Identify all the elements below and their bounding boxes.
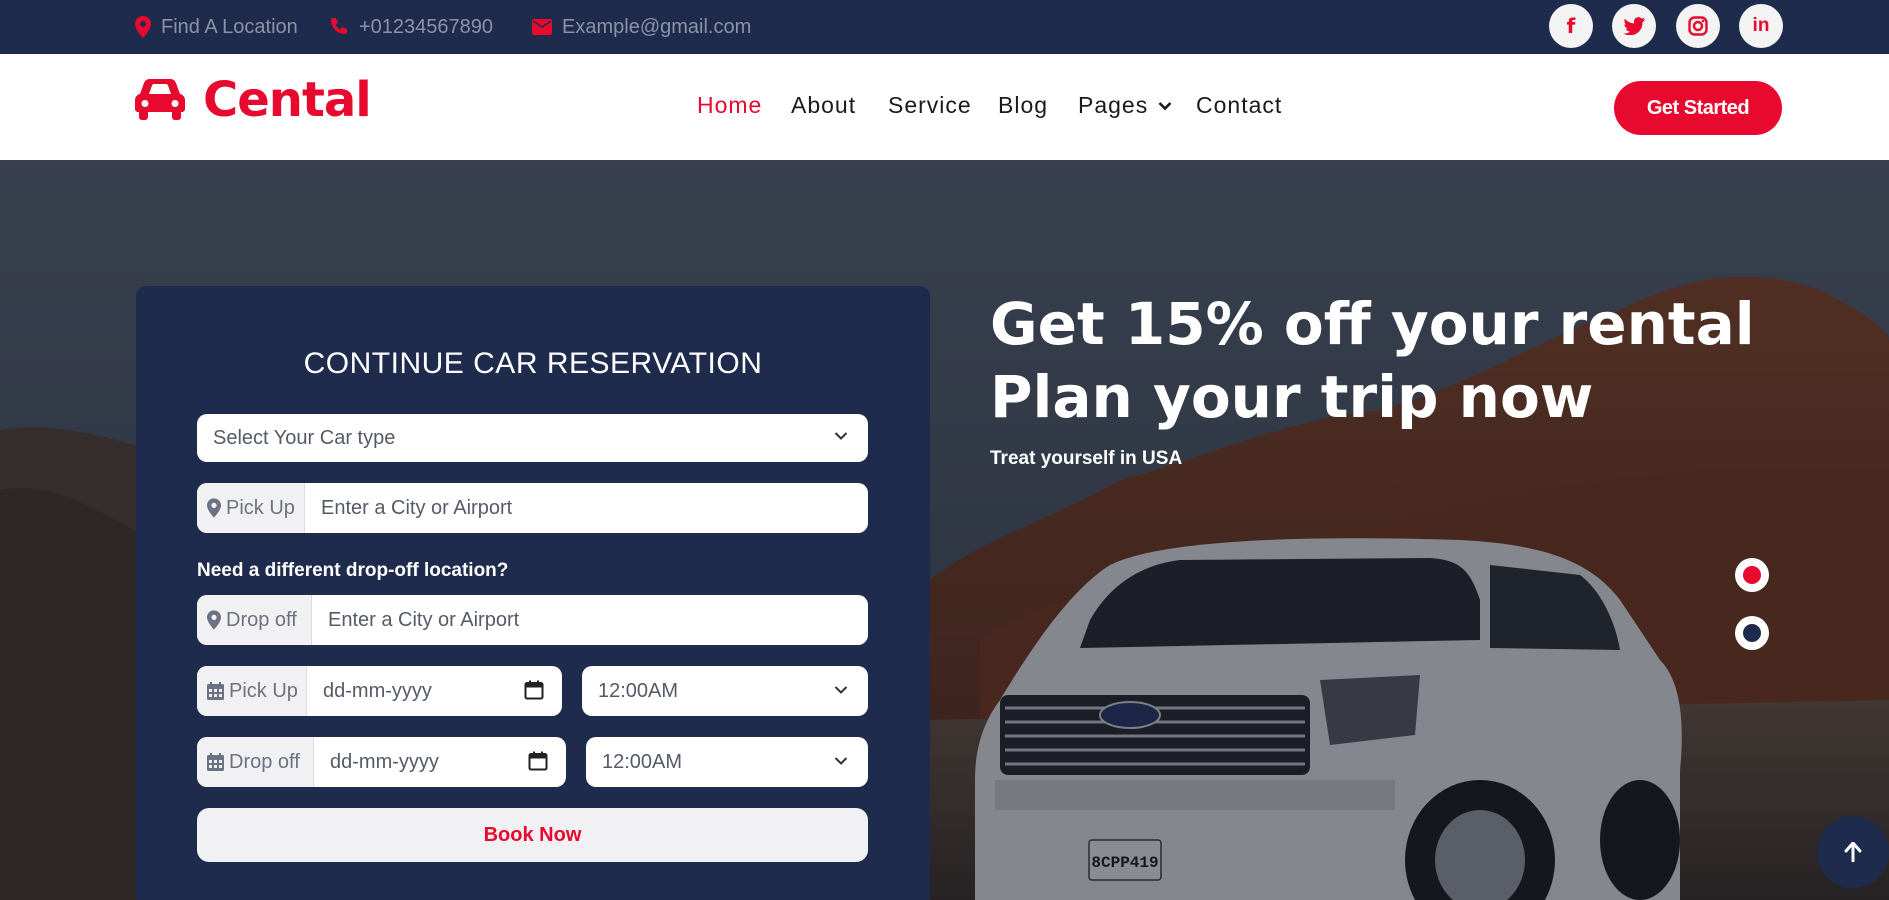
- nav-blog[interactable]: Blog: [998, 92, 1048, 119]
- hero-headline: Get 15% off your rental Plan your trip n…: [990, 288, 1755, 434]
- pickup-time-select[interactable]: 12:00AM: [582, 666, 868, 716]
- email-info[interactable]: Example@gmail.com: [532, 0, 751, 54]
- pickup-location-input[interactable]: Enter a City or Airport: [321, 483, 858, 533]
- hero-subline: Treat yourself in USA: [990, 448, 1183, 469]
- dropoff-date-input[interactable]: dd-mm-yyyy: [330, 737, 439, 787]
- pickup-date-addon-label: Pick Up: [229, 679, 298, 702]
- map-marker-icon: [207, 498, 221, 518]
- calendar-icon: [207, 682, 224, 700]
- carousel-dot-2[interactable]: [1735, 616, 1769, 650]
- chevron-down-icon: [834, 757, 848, 765]
- dropoff-date-addon-label: Drop off: [229, 750, 300, 773]
- pickup-date-addon: Pick Up: [197, 666, 307, 716]
- location-text: Find A Location: [161, 15, 298, 38]
- car-type-selected: Select Your Car type: [213, 426, 396, 449]
- book-now-button[interactable]: Book Now: [197, 808, 868, 862]
- twitter-icon: [1623, 17, 1645, 35]
- location-info[interactable]: Find A Location: [135, 0, 298, 54]
- facebook-icon: f: [1566, 14, 1576, 38]
- pickup-date-field: Pick Up dd-mm-yyyy: [197, 666, 562, 716]
- dropoff-date-addon: Drop off: [197, 737, 314, 787]
- car-icon: [135, 79, 185, 120]
- nav-about[interactable]: About: [791, 92, 856, 119]
- reservation-form: CONTINUE CAR RESERVATION Select Your Car…: [136, 286, 930, 900]
- facebook-link[interactable]: f: [1549, 4, 1593, 48]
- dropoff-date-field: Drop off dd-mm-yyyy: [197, 737, 566, 787]
- dropoff-addon-label: Drop off: [226, 608, 297, 631]
- main-navbar: Cental Home About Service Blog Pages Con…: [0, 54, 1889, 160]
- arrow-up-icon: [1844, 842, 1862, 862]
- brand-name: Cental: [203, 72, 372, 128]
- linkedin-link[interactable]: in: [1739, 4, 1783, 48]
- map-pin-icon: [135, 16, 151, 38]
- email-text: Example@gmail.com: [562, 15, 752, 38]
- hero-headline-line1: Get 15% off your rental: [990, 290, 1755, 358]
- back-to-top-button[interactable]: [1817, 816, 1889, 888]
- chevron-down-icon: [834, 686, 848, 694]
- linkedin-icon: in: [1752, 15, 1770, 36]
- twitter-link[interactable]: [1612, 4, 1656, 48]
- dropoff-location-field: Drop off Enter a City or Airport: [197, 595, 868, 645]
- nav-pages-dropdown[interactable]: Pages: [1078, 92, 1172, 119]
- chevron-down-icon: [1158, 101, 1172, 110]
- map-marker-icon: [207, 610, 221, 630]
- dropoff-question: Need a different drop-off location?: [197, 560, 509, 581]
- pickup-addon: Pick Up: [197, 483, 305, 533]
- dropoff-addon: Drop off: [197, 595, 312, 645]
- dropoff-time-select[interactable]: 12:00AM: [586, 737, 868, 787]
- phone-text: +01234567890: [359, 15, 494, 38]
- car-type-select[interactable]: Select Your Car type: [197, 414, 868, 462]
- brand-logo[interactable]: Cental: [135, 72, 372, 128]
- chevron-down-icon: [834, 432, 848, 440]
- calendar-icon: [207, 753, 224, 771]
- phone-icon: [331, 18, 347, 34]
- instagram-link[interactable]: [1676, 4, 1720, 48]
- calendar-picker-icon[interactable]: [524, 680, 544, 700]
- carousel-dot-1[interactable]: [1735, 558, 1769, 592]
- nav-service[interactable]: Service: [888, 92, 972, 119]
- nav-pages-label: Pages: [1078, 92, 1149, 118]
- calendar-picker-icon[interactable]: [528, 751, 548, 771]
- pickup-time-value: 12:00AM: [598, 679, 679, 702]
- dropoff-time-value: 12:00AM: [602, 750, 683, 773]
- get-started-button[interactable]: Get Started: [1614, 81, 1782, 135]
- nav-contact[interactable]: Contact: [1196, 92, 1282, 119]
- instagram-icon: [1688, 16, 1708, 36]
- form-title: CONTINUE CAR RESERVATION: [303, 347, 763, 380]
- top-info-bar: Find A Location +01234567890 Example@gma…: [0, 0, 1889, 54]
- pickup-location-field: Pick Up Enter a City or Airport: [197, 483, 868, 533]
- hero-headline-line2: Plan your trip now: [990, 363, 1594, 431]
- phone-info[interactable]: +01234567890: [329, 0, 493, 54]
- nav-home[interactable]: Home: [697, 92, 762, 119]
- pickup-date-input[interactable]: dd-mm-yyyy: [323, 666, 432, 716]
- envelope-icon: [532, 19, 552, 35]
- pickup-addon-label: Pick Up: [226, 496, 295, 519]
- dropoff-location-input[interactable]: Enter a City or Airport: [328, 595, 858, 645]
